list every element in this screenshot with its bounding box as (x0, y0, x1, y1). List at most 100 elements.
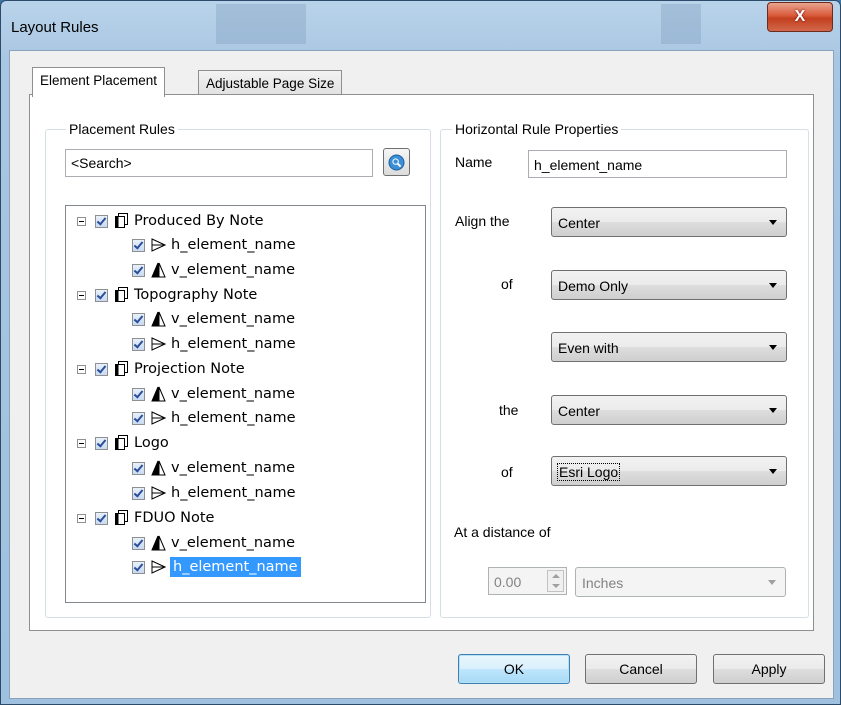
node-checkbox[interactable] (95, 511, 108, 525)
rule-checkbox[interactable] (132, 312, 145, 326)
horizontal-rule-properties-group: Horizontal Rule Properties (440, 121, 809, 618)
align-dropdown[interactable]: Center (551, 207, 787, 237)
tree-node-label: Projection Note (134, 361, 245, 377)
of-element-dropdown-1[interactable]: Demo Only (551, 270, 787, 300)
cancel-button[interactable]: Cancel (585, 654, 697, 684)
rule-checkbox[interactable] (132, 387, 145, 401)
collapse-toggle[interactable] (77, 513, 86, 523)
tree-rule-horizontal-selected[interactable]: h_element_name (132, 555, 301, 579)
close-icon: X (794, 8, 806, 25)
tab-element-placement[interactable]: Element Placement (32, 67, 166, 97)
tree-node-label: Logo (134, 435, 169, 451)
tree-node-topography-note[interactable]: Topography Note (77, 283, 257, 307)
element-group-icon (115, 361, 128, 376)
align-value: Center (558, 215, 601, 231)
vertical-rule-icon (151, 535, 166, 551)
collapse-toggle[interactable] (77, 438, 86, 448)
tree-node-fduo-note[interactable]: FDUO Note (77, 506, 214, 530)
target-align-dropdown[interactable]: Center (551, 395, 787, 425)
node-checkbox[interactable] (95, 436, 108, 450)
rule-checkbox[interactable] (132, 461, 145, 475)
the-value: Center (558, 403, 601, 419)
spin-down-icon (552, 584, 560, 588)
of-element-dropdown-2[interactable]: Esri Logo (551, 456, 787, 486)
tree-rule-horizontal[interactable]: h_element_name (132, 332, 296, 356)
of-value-1: Demo Only (558, 278, 629, 294)
rule-label: h_element_name (171, 336, 296, 352)
spinner-buttons[interactable] (547, 570, 564, 592)
chevron-down-icon (769, 283, 777, 288)
element-group-icon (115, 435, 128, 450)
units-dropdown[interactable]: Inches (575, 567, 786, 597)
element-group-icon (115, 287, 128, 302)
collapse-toggle[interactable] (77, 290, 86, 300)
tree-rule-vertical[interactable]: v_element_name (132, 307, 295, 331)
rule-checkbox[interactable] (132, 560, 145, 574)
collapse-toggle[interactable] (77, 364, 86, 374)
tab-adjustable-page-size[interactable]: Adjustable Page Size (198, 70, 343, 97)
tree-node-projection-note[interactable]: Projection Note (77, 357, 245, 381)
vertical-rule-icon (151, 311, 166, 327)
chevron-down-icon (769, 220, 777, 225)
chevron-down-icon (768, 580, 776, 585)
rule-label: h_element_name (171, 410, 296, 426)
search-input[interactable]: <Search> (65, 149, 373, 177)
chevron-down-icon (769, 469, 777, 474)
element-group-icon (115, 213, 128, 228)
horizontal-rule-icon (151, 238, 166, 252)
spin-up-icon (552, 574, 560, 578)
tree-rule-vertical[interactable]: v_element_name (132, 456, 295, 480)
vertical-rule-icon (151, 460, 166, 476)
tree-rule-horizontal[interactable]: h_element_name (132, 481, 296, 505)
ok-button[interactable]: OK (458, 654, 570, 684)
title-bar[interactable]: Layout Rules X (1, 1, 840, 57)
tree-rule-vertical[interactable]: v_element_name (132, 382, 295, 406)
distance-spinner[interactable]: 0.00 (488, 567, 567, 595)
relation-dropdown[interactable]: Even with (551, 332, 787, 362)
tree-node-logo[interactable]: Logo (77, 431, 169, 455)
placement-rules-tree[interactable]: Produced By Note h_element_name v_elemen… (65, 205, 426, 603)
of-value-2: Esri Logo (556, 463, 621, 481)
rule-checkbox[interactable] (132, 337, 145, 351)
collapse-toggle[interactable] (77, 216, 86, 226)
rule-checkbox[interactable] (132, 238, 145, 252)
close-button[interactable]: X (767, 2, 833, 32)
name-label: Name (455, 154, 493, 170)
node-checkbox[interactable] (95, 288, 108, 302)
rule-label: v_element_name (171, 311, 295, 327)
rule-checkbox[interactable] (132, 486, 145, 500)
rule-label-selected: h_element_name (170, 557, 301, 577)
the-label: the (499, 402, 519, 418)
tree-rule-horizontal[interactable]: h_element_name (132, 233, 296, 257)
tree-rule-horizontal[interactable]: h_element_name (132, 406, 296, 430)
node-checkbox[interactable] (95, 362, 108, 376)
search-button[interactable] (383, 148, 410, 176)
tree-rule-vertical[interactable]: v_element_name (132, 258, 295, 282)
name-field[interactable]: h_element_name (528, 150, 787, 178)
horizontal-rule-icon (151, 486, 166, 500)
placement-rules-label: Placement Rules (66, 121, 178, 137)
chevron-down-icon (769, 408, 777, 413)
node-checkbox[interactable] (95, 214, 108, 228)
tree-node-produced-by-note[interactable]: Produced By Note (77, 209, 264, 233)
rule-checkbox[interactable] (132, 411, 145, 425)
tree-node-label: Topography Note (134, 287, 258, 303)
magnifier-icon (388, 154, 405, 170)
horizontal-rule-icon (151, 560, 166, 574)
background-window-ghost (216, 4, 306, 44)
rule-label: v_element_name (171, 262, 295, 278)
tree-rule-vertical[interactable]: v_element_name (132, 531, 295, 555)
apply-button[interactable]: Apply (713, 654, 825, 684)
distance-value: 0.00 (494, 574, 522, 590)
rule-checkbox[interactable] (132, 536, 145, 550)
vertical-rule-icon (151, 262, 166, 278)
tree-node-label: Produced By Note (134, 213, 264, 229)
properties-group-label: Horizontal Rule Properties (452, 121, 622, 137)
of-label-2: of (501, 464, 513, 480)
of-label-1: of (501, 276, 513, 292)
rule-checkbox[interactable] (132, 263, 145, 277)
background-window-ghost (661, 4, 701, 44)
rule-label: h_element_name (171, 237, 296, 253)
align-label: Align the (455, 213, 510, 229)
element-group-icon (115, 510, 128, 525)
